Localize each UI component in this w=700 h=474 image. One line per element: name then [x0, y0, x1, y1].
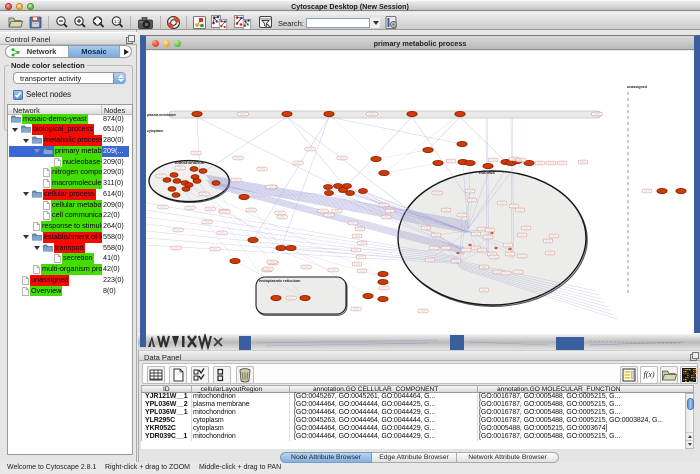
svg-text:mitochondrion: mitochondrion — [175, 160, 205, 165]
svg-text:1:1: 1:1 — [114, 19, 121, 24]
svg-text:nucleus: nucleus — [479, 170, 495, 175]
svg-text:plasma membrane: plasma membrane — [147, 113, 176, 117]
svg-text:unassigned: unassigned — [627, 85, 647, 89]
svg-text:cytoplasm: cytoplasm — [147, 129, 163, 133]
